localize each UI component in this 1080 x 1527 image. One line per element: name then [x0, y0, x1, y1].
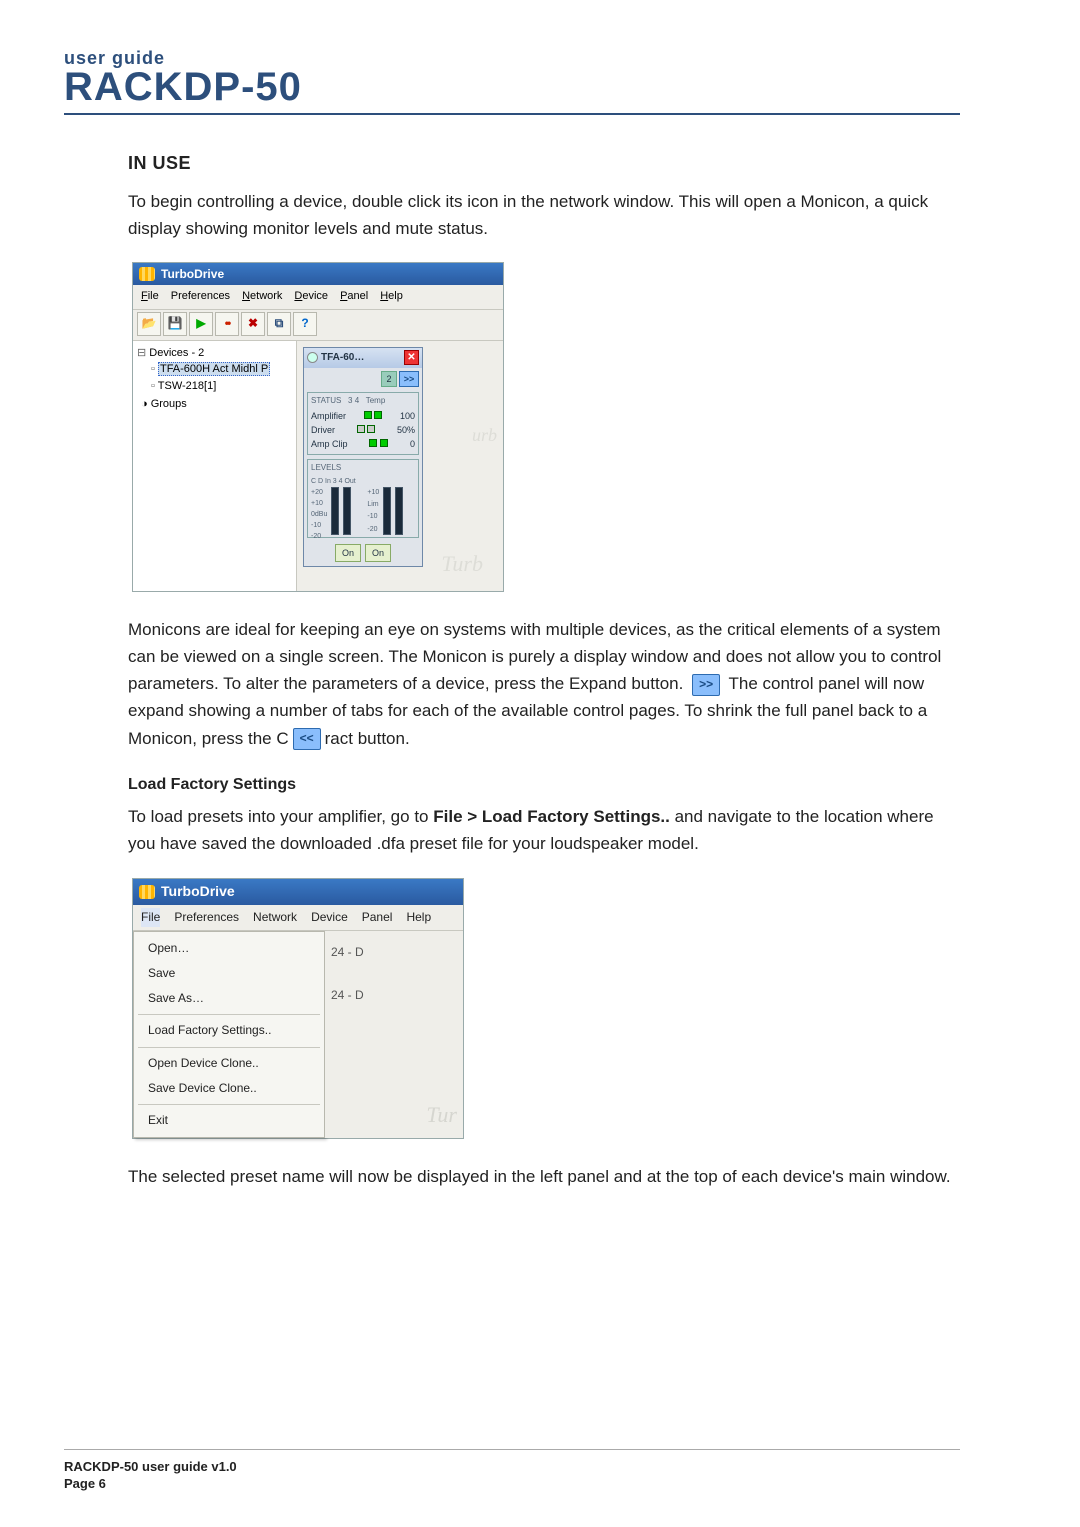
levels-panel: LEVELS C D In 3 4 Out +20 +10 0dBu -10 -… — [307, 459, 419, 538]
page-footer: RACKDP-50 user guide v1.0 Page 6 — [64, 1449, 960, 1493]
footer-line-1: RACKDP-50 user guide v1.0 — [64, 1458, 960, 1476]
menu-preferences[interactable]: Preferences — [174, 908, 239, 927]
tree-root[interactable]: Devices - 2 — [137, 345, 292, 362]
paragraph-load: To load presets into your amplifier, go … — [128, 803, 960, 857]
menu-bar[interactable]: File Preferences Network Device Panel He… — [133, 285, 503, 310]
level-bar-out-3 — [383, 487, 391, 535]
menu-item-save[interactable]: Save — [134, 961, 324, 986]
expand-button-icon: >> — [692, 674, 720, 696]
tree-item-1[interactable]: TSW-218[1] — [137, 378, 292, 395]
menu-panel[interactable]: Panel — [362, 908, 393, 927]
menu-panel[interactable]: Panel — [340, 288, 368, 306]
screenshot-turbodrive-monicon: TurboDrive File Preferences Network Devi… — [132, 262, 504, 592]
subsection-load-factory: Load Factory Settings — [128, 772, 960, 798]
watermark-text: Turb — [441, 546, 483, 581]
menu-help[interactable]: Help — [406, 908, 431, 927]
level-bar-out-4 — [395, 487, 403, 535]
file-dropdown[interactable]: Open… Save Save As… Load Factory Setting… — [133, 931, 325, 1138]
section-in-use: IN USE — [128, 149, 960, 178]
help-icon[interactable]: ? — [293, 312, 317, 336]
menu-file[interactable]: File — [141, 288, 159, 306]
mute-button-4[interactable]: On — [365, 544, 391, 562]
menu-device[interactable]: Device — [294, 288, 328, 306]
menu-item-save-as[interactable]: Save As… — [134, 986, 324, 1011]
play-icon[interactable]: ▶ — [189, 312, 213, 336]
menu-separator — [138, 1047, 320, 1048]
tree-item-0[interactable]: TFA-600H Act Midhl P — [158, 362, 270, 376]
side-value-0: 24 - D — [325, 931, 463, 974]
menu-item-load-factory[interactable]: Load Factory Settings.. — [134, 1018, 324, 1043]
paragraph-selected: The selected preset name will now be dis… — [128, 1163, 960, 1190]
driver-label: Driver — [311, 423, 335, 437]
window-titlebar[interactable]: TurboDrive — [133, 879, 463, 905]
disconnect-icon[interactable]: ✖ — [241, 312, 265, 336]
level-bar-in-d — [343, 487, 351, 535]
watermark-text: urb — [472, 421, 497, 450]
app-logo-icon — [139, 885, 155, 899]
monicon-page-number[interactable]: 2 — [381, 371, 397, 387]
footer-line-2: Page 6 — [64, 1475, 960, 1493]
menu-item-open[interactable]: Open… — [134, 936, 324, 961]
monicon-titlebar[interactable]: TFA-60… ✕ — [304, 348, 422, 368]
menu-device[interactable]: Device — [311, 908, 348, 927]
doc-header: user guide RACKDP-50 — [64, 48, 960, 115]
menu-separator — [138, 1104, 320, 1105]
status-panel: STATUS 3 4 Temp Amplifier 100 Driver 50%… — [307, 392, 419, 455]
paragraph-monicons: Monicons are ideal for keeping an eye on… — [128, 616, 960, 752]
contract-button-icon: << — [293, 728, 321, 750]
menu-help[interactable]: Help — [380, 288, 403, 306]
device-tree[interactable]: Devices - 2 TFA-600H Act Midhl P TSW-218… — [133, 341, 297, 591]
screenshot-file-menu: TurboDrive File Preferences Network Devi… — [132, 878, 464, 1140]
window-titlebar[interactable]: TurboDrive — [133, 263, 503, 285]
clip-label: Amp Clip — [311, 437, 348, 451]
doc-title: RACKDP-50 — [64, 67, 960, 107]
menu-network[interactable]: Network — [253, 908, 297, 927]
open-icon[interactable]: 📂 — [137, 312, 161, 336]
expand-button[interactable]: >> — [399, 371, 419, 387]
layers-icon[interactable]: ⧉ — [267, 312, 291, 336]
save-icon[interactable]: 💾 — [163, 312, 187, 336]
tree-groups[interactable]: Groups — [137, 396, 292, 413]
connect-icon[interactable]: •• — [215, 312, 239, 336]
window-title: TurboDrive — [161, 265, 224, 284]
menu-preferences[interactable]: Preferences — [171, 288, 230, 306]
amp-label: Amplifier — [311, 409, 346, 423]
paragraph-intro: To begin controlling a device, double cl… — [128, 188, 960, 242]
window-title: TurboDrive — [161, 880, 235, 902]
menu-bar[interactable]: File Preferences Network Device Panel He… — [133, 905, 463, 931]
menu-separator — [138, 1014, 320, 1015]
menu-file[interactable]: File — [141, 908, 160, 927]
menu-item-save-clone[interactable]: Save Device Clone.. — [134, 1076, 324, 1101]
status-led-icon — [307, 352, 318, 363]
monicon-title: TFA-60… — [321, 350, 364, 366]
watermark-text: Tur — [426, 1097, 457, 1132]
menu-network[interactable]: Network — [242, 288, 282, 306]
level-bar-in-c — [331, 487, 339, 535]
menu-item-exit[interactable]: Exit — [134, 1108, 324, 1133]
mute-button-3[interactable]: On — [335, 544, 361, 562]
app-logo-icon — [139, 267, 155, 281]
toolbar: 📂 💾 ▶ •• ✖ ⧉ ? — [133, 310, 503, 341]
menu-item-open-clone[interactable]: Open Device Clone.. — [134, 1051, 324, 1076]
workspace-canvas: urb Turb TFA-60… ✕ 2 >> — [297, 341, 503, 591]
close-icon[interactable]: ✕ — [404, 350, 419, 365]
side-value-1: 24 - D — [325, 974, 463, 1017]
monicon-window[interactable]: TFA-60… ✕ 2 >> STATUS 3 4 Temp Amplifier… — [303, 347, 423, 567]
